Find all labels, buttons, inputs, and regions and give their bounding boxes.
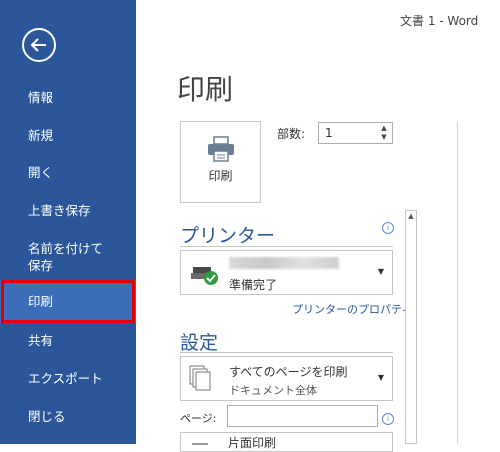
- pages-stack-icon: [189, 365, 211, 391]
- pages-label: ページ:: [180, 412, 217, 425]
- settings-scrollbar[interactable]: ▲: [405, 210, 417, 444]
- copies-stepper[interactable]: 1 ▲ ▼: [318, 122, 393, 144]
- printer-name-blurred: [229, 257, 339, 269]
- printer-select[interactable]: 準備完了 ▼: [180, 250, 393, 295]
- arrow-left-icon: [30, 38, 46, 52]
- pages-input[interactable]: [227, 405, 378, 427]
- info-icon[interactable]: i: [382, 413, 394, 425]
- page-icon: [192, 443, 208, 445]
- sidebar-item-label: 閉じる: [28, 409, 66, 424]
- sidebar-item-open[interactable]: 開く: [0, 164, 136, 181]
- printer-status: 準備完了: [229, 278, 278, 292]
- sidebar-item-label: 開く: [28, 165, 54, 180]
- copies-label: 部数:: [277, 127, 306, 141]
- sides-select[interactable]: [180, 432, 393, 452]
- sidebar-item-share[interactable]: 共有: [0, 332, 136, 349]
- sidebar-item-info[interactable]: 情報: [0, 89, 136, 106]
- copies-value: 1: [325, 126, 333, 140]
- window-title: 文書 1 - Word: [400, 14, 479, 28]
- page-title: 印刷: [177, 73, 234, 106]
- settings-heading-underline: [180, 352, 393, 353]
- sidebar-item-label: 共有: [28, 333, 54, 348]
- print-button-label: 印刷: [208, 169, 233, 183]
- printer-icon: [208, 136, 234, 162]
- sidebar-item-close[interactable]: 閉じる: [0, 408, 136, 425]
- print-range-select[interactable]: すべてのページを印刷 ドキュメント全体 ▼: [180, 356, 393, 401]
- print-button[interactable]: 印刷: [180, 121, 261, 203]
- scroll-up-icon[interactable]: ▲: [406, 212, 416, 220]
- print-range-sublabel: ドキュメント全体: [229, 384, 317, 397]
- spin-up-icon[interactable]: ▲: [379, 124, 389, 133]
- sidebar-item-export[interactable]: エクスポート: [0, 370, 136, 387]
- backstage-sidebar: 情報 新規 開く 上書き保存 名前を付けて 保存 印刷 共有 エクスポート 閉じ…: [0, 0, 136, 444]
- sides-label: 片面印刷: [228, 436, 277, 450]
- spin-down-icon[interactable]: ▼: [379, 133, 389, 142]
- chevron-down-icon: ▼: [377, 373, 384, 382]
- chevron-down-icon: ▼: [377, 267, 384, 276]
- sidebar-item-label: 上書き保存: [28, 203, 91, 218]
- sidebar-item-label: エクスポート: [28, 371, 103, 386]
- sidebar-item-label: 新規: [28, 128, 54, 143]
- printer-ready-icon: [191, 267, 218, 285]
- printer-properties-link[interactable]: プリンターのプロパティ: [292, 301, 412, 317]
- preview-divider: [457, 121, 458, 444]
- info-icon[interactable]: i: [382, 222, 394, 234]
- sidebar-item-new[interactable]: 新規: [0, 127, 136, 144]
- printer-heading-underline: [180, 246, 393, 247]
- back-button[interactable]: [22, 28, 56, 62]
- sidebar-item-label: 名前を付けて 保存: [28, 241, 104, 273]
- sidebar-item-save[interactable]: 上書き保存: [0, 202, 136, 219]
- selection-highlight-box: [1, 280, 135, 323]
- print-range-label: すべてのページを印刷: [229, 365, 348, 379]
- settings-heading: 設定: [180, 332, 219, 354]
- sidebar-item-save-as[interactable]: 名前を付けて 保存: [0, 240, 136, 274]
- sidebar-item-label: 情報: [28, 90, 54, 105]
- printer-heading: プリンター: [180, 225, 276, 247]
